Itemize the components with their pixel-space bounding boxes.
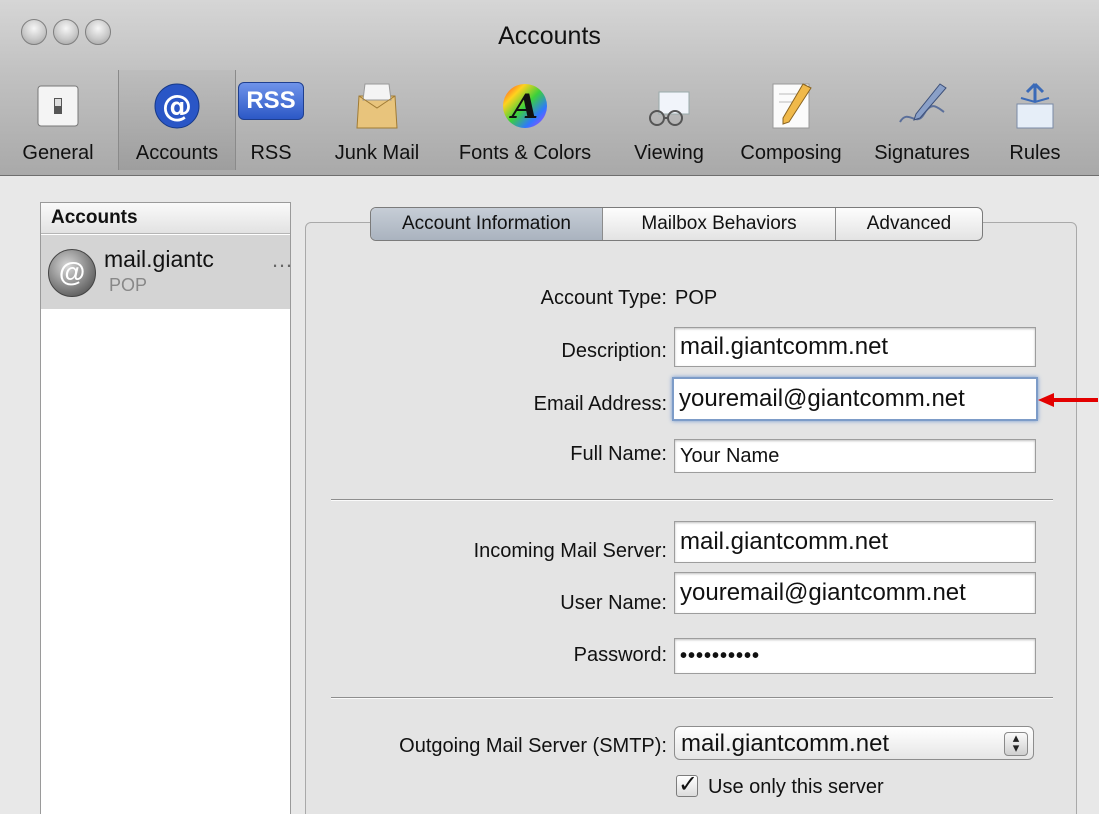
account-type: POP	[109, 275, 148, 295]
full-name-label: Full Name:	[570, 443, 667, 465]
account-name: mail.giantc	[104, 246, 214, 272]
toolbar-label: Rules	[1009, 142, 1061, 164]
section-divider	[331, 499, 1053, 501]
password-label: Password:	[573, 644, 667, 666]
fonts-colors-icon: A	[503, 84, 547, 128]
toolbar-rules[interactable]: Rules	[990, 70, 1080, 170]
email-address-label: Email Address:	[533, 393, 667, 415]
email-address-field[interactable]: youremail@giantcomm.net	[672, 377, 1038, 421]
toolbar-signatures[interactable]: Signatures	[862, 70, 982, 170]
toolbar-label: Junk Mail	[334, 142, 420, 164]
outgoing-mail-server-popup[interactable]: mail.giantcomm.net ▴ ▾	[674, 726, 1034, 760]
incoming-mail-server-field[interactable]: mail.giantcomm.net	[674, 521, 1036, 563]
rss-badge-text: RSS	[246, 87, 296, 114]
account-type-label: Account Type:	[540, 287, 667, 309]
description-field[interactable]: mail.giantcomm.net	[674, 327, 1036, 367]
full-name-field[interactable]: Your Name	[674, 439, 1036, 473]
toolbar-label: Accounts	[135, 142, 219, 164]
outgoing-mail-server-label: Outgoing Mail Server (SMTP):	[399, 735, 667, 757]
toolbar-fonts-colors[interactable]: A Fonts & Colors	[440, 70, 610, 170]
tab-advanced[interactable]: Advanced	[836, 208, 982, 240]
sidebar-header: Accounts	[41, 203, 290, 234]
toolbar-label: General	[22, 142, 94, 164]
switch-icon	[37, 85, 79, 127]
tab-account-information[interactable]: Account Information	[371, 208, 603, 240]
viewing-icon	[649, 91, 690, 126]
user-name-field[interactable]: youremail@giantcomm.net	[674, 572, 1036, 614]
junk-mail-icon	[356, 83, 398, 129]
toolbar-general[interactable]: General	[0, 70, 116, 170]
annotation-arrow-icon	[1038, 393, 1098, 407]
composing-icon	[772, 83, 812, 129]
toolbar-rss[interactable]: RSS RSS	[236, 70, 306, 170]
toolbar-label: Composing	[740, 142, 842, 164]
chevron-updown-icon: ▴ ▾	[1004, 731, 1028, 756]
rss-icon: RSS	[238, 82, 304, 120]
use-only-this-server-label: Use only this server	[708, 776, 884, 798]
password-field[interactable]: ••••••••••	[674, 638, 1036, 674]
outgoing-mail-server-value: mail.giantcomm.net	[681, 730, 890, 757]
toolbar-label: Viewing	[634, 142, 704, 164]
accounts-sidebar: Accounts @ mail.giantc … POP	[40, 202, 293, 814]
checkmark-icon: ✓	[678, 771, 699, 798]
svg-text:@: @	[162, 89, 192, 124]
svg-text:A: A	[509, 87, 538, 127]
avatar-glyph: @	[58, 257, 86, 287]
incoming-mail-server-label: Incoming Mail Server:	[473, 540, 667, 562]
toolbar-label: Signatures	[874, 142, 970, 164]
account-type-value: POP	[675, 287, 718, 309]
tab-mailbox-behaviors[interactable]: Mailbox Behaviors	[603, 208, 836, 240]
account-list-item[interactable]: @ mail.giantc … POP	[41, 235, 293, 309]
at-icon: @	[154, 83, 200, 129]
titlebar-toolbar: Accounts General @ Accounts RSS RSS Junk…	[0, 0, 1099, 176]
toolbar-junk-mail[interactable]: Junk Mail	[322, 70, 432, 170]
user-name-label: User Name:	[560, 592, 667, 614]
account-avatar-icon: @	[48, 249, 96, 297]
toolbar-viewing[interactable]: Viewing	[622, 70, 716, 170]
toolbar-label: Fonts & Colors	[458, 142, 592, 164]
toolbar-accounts[interactable]: @ Accounts	[118, 70, 236, 170]
account-name-ellipsis: …	[271, 247, 293, 272]
toolbar-label: RSS	[250, 142, 292, 164]
preferences-window: Accounts General @ Accounts RSS RSS Junk…	[0, 0, 1099, 814]
use-only-this-server-checkbox[interactable]: ✓	[676, 771, 698, 798]
rules-icon	[1016, 82, 1054, 129]
section-divider	[331, 697, 1053, 699]
settings-tabs: Account Information Mailbox Behaviors Ad…	[370, 207, 983, 241]
description-label: Description:	[561, 340, 667, 362]
signatures-icon	[899, 83, 947, 123]
window-title: Accounts	[498, 22, 601, 50]
toolbar-composing[interactable]: Composing	[726, 70, 856, 170]
